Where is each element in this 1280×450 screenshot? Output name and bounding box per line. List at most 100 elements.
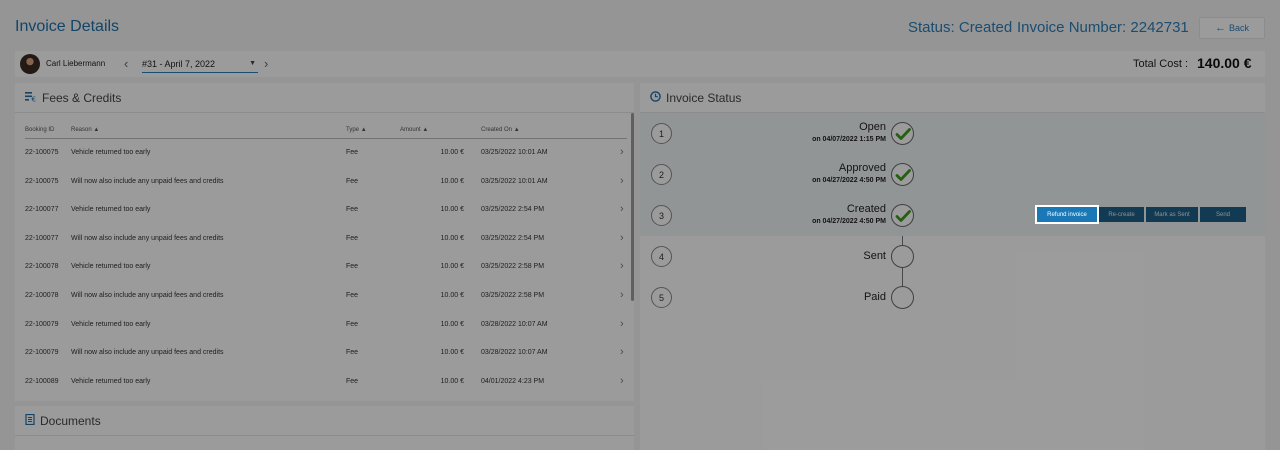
caret-down-icon: ▼ xyxy=(249,60,256,67)
amount-cell: 10.00 € xyxy=(440,320,464,328)
table-row[interactable]: 22-100077 Vehicle returned too early Fee 10… xyxy=(25,196,627,225)
fees-credits-title: Fees & Credits xyxy=(42,90,122,105)
avatar xyxy=(20,54,40,74)
chevron-left-icon[interactable]: ‹ xyxy=(124,56,128,71)
reason-cell: Will now also include any unpaid fees an… xyxy=(71,349,224,357)
table-row[interactable]: 22-100077 Will now also include any unpai… xyxy=(25,225,627,254)
step-number: 3 xyxy=(651,205,672,226)
type-cell: Fee xyxy=(346,320,359,328)
step-name: Created xyxy=(846,203,886,215)
invoice-toolbar: Carl Liebermann ‹ #31 - April 7, 2022 ▼ … xyxy=(15,51,1265,77)
chevron-right-icon[interactable]: › xyxy=(620,175,624,187)
user-name: Carl Liebermann xyxy=(46,59,106,68)
back-button-label: Back xyxy=(1228,23,1249,33)
column-header-booking-id[interactable]: Booking ID xyxy=(25,127,54,133)
arrow-left-icon: ← xyxy=(1214,22,1226,34)
fees-scrollbar[interactable] xyxy=(631,113,634,301)
chevron-right-icon[interactable]: › xyxy=(620,260,624,272)
check-circle-icon xyxy=(891,204,914,227)
type-cell: Fee xyxy=(346,263,359,271)
created-on-cell: 03/25/2022 2:54 PM xyxy=(481,234,545,242)
chevron-right-icon[interactable]: › xyxy=(620,318,624,330)
reason-cell: Will now also include any unpaid fees an… xyxy=(71,291,224,299)
booking-id-cell: 22-100075 xyxy=(25,149,59,156)
sort-up-icon: ▲ xyxy=(513,127,520,133)
amount-cell: 10.00 € xyxy=(440,177,464,185)
page-title: Invoice Details xyxy=(15,18,120,35)
clock-icon xyxy=(650,90,661,105)
invoice-status-header: Invoice Status xyxy=(640,83,1265,113)
step-number: 2 xyxy=(651,164,672,185)
table-header-row: Booking ID Reason ▲ Type ▲ Amount ▲ Crea… xyxy=(25,123,627,139)
step-date: on 04/27/2022 4:50 PM xyxy=(812,177,886,184)
booking-id-cell: 22-100078 xyxy=(25,291,59,299)
send-button[interactable]: Send xyxy=(1200,207,1246,222)
type-cell: Fee xyxy=(346,377,359,385)
chevron-right-icon[interactable]: › xyxy=(620,346,624,358)
column-header-type[interactable]: Type ▲ xyxy=(346,127,367,133)
total-cost-value: 140.00 € xyxy=(1197,55,1252,71)
amount-cell: 10.00 € xyxy=(440,206,464,214)
documents-header: Documents xyxy=(15,406,634,436)
sort-up-icon: ▲ xyxy=(93,127,100,133)
type-cell: Fee xyxy=(346,177,359,185)
chevron-right-icon[interactable]: › xyxy=(264,56,268,71)
created-on-cell: 03/25/2022 2:58 PM xyxy=(481,291,545,299)
sort-up-icon: ▲ xyxy=(360,127,367,133)
page-header: Invoice Details Status: Created Invoice … xyxy=(0,0,1280,50)
period-select-value: #31 - April 7, 2022 xyxy=(142,58,216,69)
chevron-right-icon[interactable]: › xyxy=(620,146,624,158)
chevron-right-icon[interactable]: › xyxy=(620,203,624,215)
table-row[interactable]: 22-100075 Will now also include any unpai… xyxy=(25,168,627,197)
invoice-status-label: Status: Created xyxy=(908,19,1013,36)
reason-cell: Vehicle returned too early xyxy=(71,149,151,156)
back-button[interactable]: ← Back xyxy=(1199,17,1265,39)
created-on-cell: 03/28/2022 10:07 AM xyxy=(481,320,548,328)
refund-invoice-button-highlight[interactable]: Refund invoice xyxy=(1035,205,1099,224)
mark-as-sent-button[interactable]: Mark as Sent xyxy=(1146,207,1198,222)
column-header-reason[interactable]: Reason ▲ xyxy=(71,127,99,133)
reason-cell: Vehicle returned too early xyxy=(71,206,151,214)
check-circle-icon xyxy=(891,122,914,145)
type-cell: Fee xyxy=(346,234,359,242)
amount-cell: 10.00 € xyxy=(440,263,464,271)
booking-id-cell: 22-100079 xyxy=(25,349,59,357)
column-header-created-on[interactable]: Created On ▲ xyxy=(481,127,520,133)
amount-cell: 10.00 € xyxy=(440,349,464,357)
column-header-amount[interactable]: Amount ▲ xyxy=(400,127,428,133)
created-on-cell: 03/25/2022 2:58 PM xyxy=(481,263,545,271)
chevron-right-icon[interactable]: › xyxy=(620,232,624,244)
step-name: Open xyxy=(859,121,886,133)
booking-id-cell: 22-100089 xyxy=(25,377,59,385)
invoice-status-title: Invoice Status xyxy=(666,90,742,105)
reason-cell: Will now also include any unpaid fees an… xyxy=(71,177,224,185)
reason-cell: Vehicle returned too early xyxy=(71,377,151,385)
type-cell: Fee xyxy=(346,206,359,214)
recreate-button[interactable]: Re-create xyxy=(1099,207,1144,222)
column-header-type-label: Type xyxy=(346,127,360,133)
fees-table-body: 22-100075 Vehicle returned too early Fee 10… xyxy=(25,139,627,396)
status-step-approved: 2 Approved on 04/27/2022 4:50 PM xyxy=(640,154,1265,195)
table-row[interactable]: 22-100078 Vehicle returned too early Fee 10… xyxy=(25,253,627,282)
booking-id-cell: 22-100077 xyxy=(25,234,59,242)
booking-id-cell: 22-100078 xyxy=(25,263,59,271)
fees-table: Booking ID Reason ▲ Type ▲ Amount ▲ Crea… xyxy=(25,123,627,396)
step-name: Paid xyxy=(863,291,886,303)
table-row[interactable]: 22-100079 Will now also include any unpai… xyxy=(25,339,627,368)
empty-circle-icon xyxy=(891,245,914,268)
table-row[interactable]: 22-100079 Vehicle returned too early Fee 10… xyxy=(25,311,627,340)
reason-cell: Vehicle returned too early xyxy=(71,320,151,328)
documents-title: Documents xyxy=(40,413,101,428)
invoice-period-select[interactable]: #31 - April 7, 2022 ▼ xyxy=(142,55,258,73)
booking-id-cell: 22-100075 xyxy=(25,177,59,185)
table-row[interactable]: 22-100075 Vehicle returned too early Fee 10… xyxy=(25,139,627,168)
table-row[interactable]: 22-100078 Will now also include any unpai… xyxy=(25,282,627,311)
type-cell: Fee xyxy=(346,349,359,357)
created-on-cell: 03/25/2022 2:54 PM xyxy=(481,206,545,214)
fees-credits-header: € Fees & Credits xyxy=(15,83,634,113)
chevron-right-icon[interactable]: › xyxy=(620,289,624,301)
chevron-right-icon[interactable]: › xyxy=(620,375,624,387)
step-date: on 04/07/2022 1:15 PM xyxy=(812,136,886,143)
type-cell: Fee xyxy=(346,291,359,299)
table-row[interactable]: 22-100089 Vehicle returned too early Fee 10… xyxy=(25,368,627,397)
